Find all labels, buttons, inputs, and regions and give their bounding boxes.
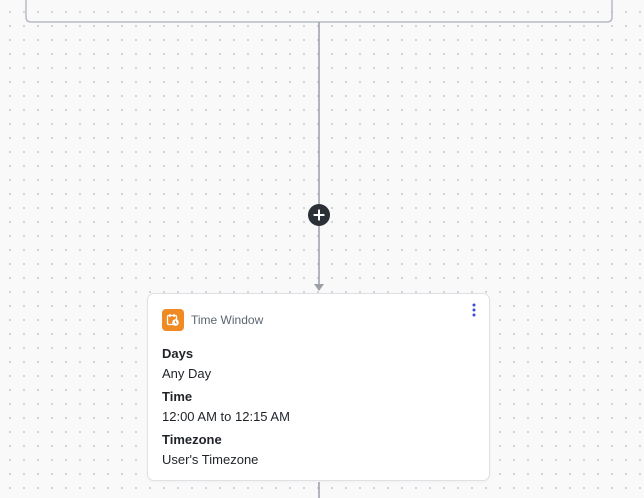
time-label: Time (162, 389, 193, 404)
time-field: Time 12:00 AM to 12:15 AM (162, 389, 290, 425)
node-menu-button[interactable] (468, 302, 480, 318)
node-title: Time Window (191, 313, 264, 327)
timezone-label: Timezone (162, 432, 222, 447)
timezone-field: Timezone User's Timezone (162, 432, 258, 468)
more-vertical-icon (472, 303, 476, 317)
add-step-button[interactable] (308, 204, 330, 226)
plus-icon (313, 209, 325, 221)
time-window-node-card[interactable]: Time Window Days Any Day Time 12:00 AM t… (147, 293, 490, 481)
days-label: Days (162, 346, 194, 361)
days-field: Days Any Day (162, 346, 211, 382)
previous-node-bottom-border (25, 0, 613, 23)
node-header: Time Window (162, 309, 263, 331)
timezone-value: User's Timezone (162, 452, 259, 467)
days-value: Any Day (162, 366, 212, 381)
connector-arrowhead (314, 284, 324, 291)
calendar-clock-icon (162, 309, 184, 331)
workflow-canvas[interactable]: Time Window Days Any Day Time 12:00 AM t… (0, 0, 644, 498)
time-value: 12:00 AM to 12:15 AM (162, 409, 290, 424)
